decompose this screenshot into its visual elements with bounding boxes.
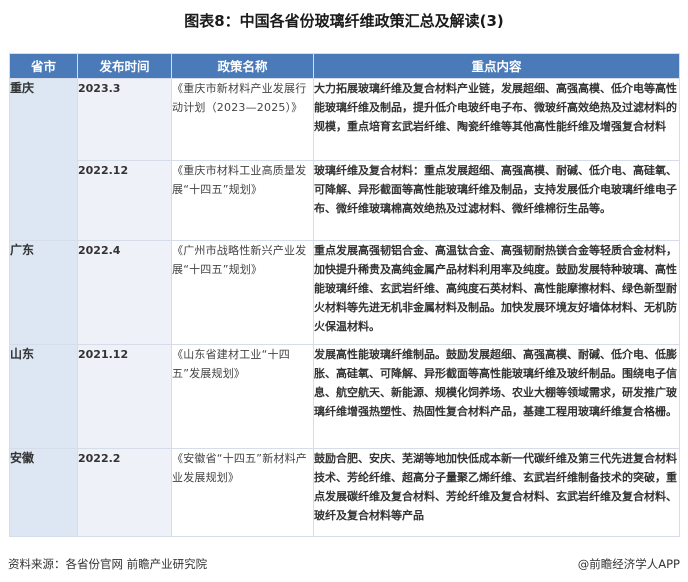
header-policy: 政策名称 bbox=[171, 53, 314, 79]
content-cell: 鼓励合肥、安庆、芜湖等地加快低成本新一代碳纤维及第三代先进复合材料技术、芳纶纤维… bbox=[313, 448, 680, 537]
table-header-row: 省市 发布时间 政策名称 重点内容 bbox=[9, 53, 680, 79]
policy-name-cell: 《广州市战略性新兴产业发展“十四五”规划》 bbox=[171, 240, 314, 345]
header-date: 发布时间 bbox=[77, 53, 172, 79]
brand-credit: @前瞻经济学人APP bbox=[577, 557, 680, 571]
province-cell: 山东 bbox=[9, 344, 78, 449]
content-cell: 玻璃纤维及复合材料：重点发展超细、高强高模、耐碱、低介电、高硅氧、可降解、异形截… bbox=[313, 160, 680, 241]
province-cell: 广东 bbox=[9, 240, 78, 345]
source-note: 资料来源：各省份官网 前瞻产业研究院 bbox=[8, 557, 208, 571]
policy-name-cell: 《山东省建材工业“十四五”发展规划》 bbox=[171, 344, 314, 449]
policy-table: 省市 发布时间 政策名称 重点内容 重庆 2023.3 《重庆市新材料产业发展行… bbox=[9, 53, 680, 537]
policy-name-cell: 《重庆市新材料产业发展行动计划（2023—2025）》 bbox=[171, 78, 314, 161]
date-cell: 2021.12 bbox=[77, 344, 172, 449]
policy-name-cell: 《重庆市材料工业高质量发展“十四五”规划》 bbox=[171, 160, 314, 241]
chart-title: 图表8：中国各省份玻璃纤维政策汇总及解读(3) bbox=[184, 12, 504, 30]
table-row: 重庆 2023.3 《重庆市新材料产业发展行动计划（2023—2025）》 大力… bbox=[9, 78, 680, 241]
header-province: 省市 bbox=[9, 53, 78, 79]
content-cell: 发展高性能玻璃纤维制品。鼓励发展超细、高强高模、耐碱、低介电、低膨胀、高硅氧、可… bbox=[313, 344, 680, 449]
date-cell: 2022.4 bbox=[77, 240, 172, 345]
date-cell: 2022.12 bbox=[77, 160, 172, 241]
date-cell: 2023.3 bbox=[77, 78, 172, 161]
table-row: 安徽 2022.2 《安徽省“十四五”新材料产业发展规划》 鼓励合肥、安庆、芜湖… bbox=[9, 448, 680, 537]
table-row: 广东 2022.4 《广州市战略性新兴产业发展“十四五”规划》 重点发展高强韧铝… bbox=[9, 240, 680, 345]
policy-name-cell: 《安徽省“十四五”新材料产业发展规划》 bbox=[171, 448, 314, 537]
header-content: 重点内容 bbox=[313, 53, 680, 79]
content-cell: 大力拓展玻璃纤维及复合材料产业链，发展超细、高强高模、低介电等高性能玻璃纤维及制… bbox=[313, 78, 680, 161]
province-cell: 安徽 bbox=[9, 448, 78, 537]
content-cell: 重点发展高强韧铝合金、高温钛合金、高强韧耐热镁合金等轻质合金材料，加快提升稀贵及… bbox=[313, 240, 680, 345]
province-cell: 重庆 bbox=[9, 78, 78, 241]
date-cell: 2022.2 bbox=[77, 448, 172, 537]
table-row: 2022.12 《重庆市材料工业高质量发展“十四五”规划》 玻璃纤维及复合材料：… bbox=[10, 160, 680, 241]
table-row: 山东 2021.12 《山东省建材工业“十四五”发展规划》 发展高性能玻璃纤维制… bbox=[9, 344, 680, 449]
